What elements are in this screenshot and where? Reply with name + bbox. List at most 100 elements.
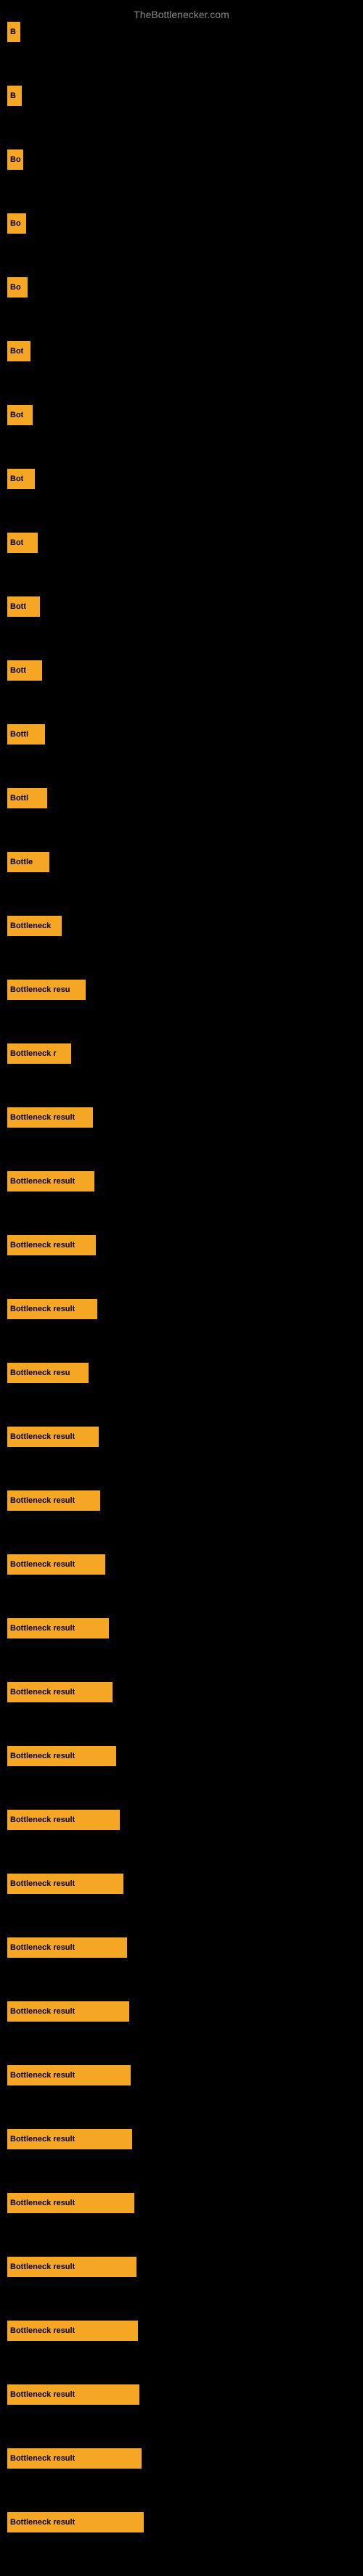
bar-row-34: Bottleneck result [7, 2193, 363, 2257]
bar-row-2: Bo [7, 149, 363, 213]
bar-9: Bott [7, 596, 40, 617]
bar-row-33: Bottleneck result [7, 2129, 363, 2193]
bar-label-25: Bottleneck result [10, 1624, 75, 1633]
bar-label-31: Bottleneck result [10, 2007, 75, 2016]
bar-26: Bottleneck result [7, 1682, 113, 1702]
bar-37: Bottleneck result [7, 2384, 139, 2405]
bar-13: Bottle [7, 852, 49, 872]
bar-row-32: Bottleneck result [7, 2065, 363, 2129]
bar-label-5: Bot [10, 347, 23, 356]
bar-18: Bottleneck result [7, 1171, 94, 1191]
bar-row-18: Bottleneck result [7, 1171, 363, 1235]
bar-39: Bottleneck result [7, 2512, 144, 2532]
bar-label-36: Bottleneck result [10, 2326, 75, 2335]
bar-label-33: Bottleneck result [10, 2135, 75, 2144]
bar-row-3: Bo [7, 213, 363, 277]
bar-label-30: Bottleneck result [10, 1943, 75, 1952]
bar-row-29: Bottleneck result [7, 1874, 363, 1937]
bar-row-19: Bottleneck result [7, 1235, 363, 1299]
bar-20: Bottleneck result [7, 1299, 97, 1319]
bar-label-23: Bottleneck result [10, 1496, 75, 1505]
bar-label-9: Bott [10, 602, 26, 611]
bar-label-1: B [10, 91, 16, 100]
bar-29: Bottleneck result [7, 1874, 123, 1894]
bar-24: Bottleneck result [7, 1554, 105, 1575]
bar-label-35: Bottleneck result [10, 2263, 75, 2271]
bars-container: BBBoBoBoBotBotBotBotBottBottBottlBottlBo… [0, 0, 363, 2576]
bar-label-28: Bottleneck result [10, 1816, 75, 1824]
bar-label-10: Bott [10, 666, 26, 675]
bar-28: Bottleneck result [7, 1810, 120, 1830]
bar-label-8: Bot [10, 538, 23, 547]
bar-row-1: B [7, 86, 363, 149]
bar-row-16: Bottleneck r [7, 1043, 363, 1107]
bar-7: Bot [7, 469, 35, 489]
bar-row-13: Bottle [7, 852, 363, 916]
bar-label-29: Bottleneck result [10, 1879, 75, 1888]
bar-5: Bot [7, 341, 30, 361]
bar-30: Bottleneck result [7, 1937, 127, 1958]
site-title: TheBottlenecker.com [0, 3, 363, 26]
bar-row-5: Bot [7, 341, 363, 405]
bar-label-3: Bo [10, 219, 21, 228]
bar-label-22: Bottleneck result [10, 1432, 75, 1441]
bar-label-17: Bottleneck result [10, 1113, 75, 1122]
bar-row-21: Bottleneck resu [7, 1363, 363, 1427]
bar-label-11: Bottl [10, 730, 28, 739]
bar-label-15: Bottleneck resu [10, 985, 70, 994]
bar-23: Bottleneck result [7, 1490, 100, 1511]
bar-33: Bottleneck result [7, 2129, 132, 2149]
bar-label-4: Bo [10, 283, 21, 292]
bar-label-18: Bottleneck result [10, 1177, 75, 1186]
bar-19: Bottleneck result [7, 1235, 96, 1255]
bar-row-23: Bottleneck result [7, 1490, 363, 1554]
bar-label-2: Bo [10, 155, 21, 164]
bar-row-6: Bot [7, 405, 363, 469]
bar-label-20: Bottleneck result [10, 1305, 75, 1313]
bar-12: Bottl [7, 788, 47, 808]
bar-row-15: Bottleneck resu [7, 980, 363, 1043]
bar-label-27: Bottleneck result [10, 1752, 75, 1760]
bar-14: Bottleneck [7, 916, 62, 936]
bar-row-37: Bottleneck result [7, 2384, 363, 2448]
bar-row-25: Bottleneck result [7, 1618, 363, 1682]
bar-31: Bottleneck result [7, 2001, 129, 2022]
bar-row-22: Bottleneck result [7, 1427, 363, 1490]
bar-row-39: Bottleneck result [7, 2512, 363, 2576]
bar-label-6: Bot [10, 411, 23, 419]
bar-label-16: Bottleneck r [10, 1049, 57, 1058]
bar-label-37: Bottleneck result [10, 2390, 75, 2399]
bar-label-12: Bottl [10, 794, 28, 803]
bar-11: Bottl [7, 724, 45, 745]
bar-label-39: Bottleneck result [10, 2518, 75, 2527]
bar-row-14: Bottleneck [7, 916, 363, 980]
bar-label-13: Bottle [10, 858, 33, 866]
bar-row-36: Bottleneck result [7, 2321, 363, 2384]
bar-label-7: Bot [10, 475, 23, 483]
bar-35: Bottleneck result [7, 2257, 136, 2277]
bar-17: Bottleneck result [7, 1107, 93, 1128]
bar-label-32: Bottleneck result [10, 2071, 75, 2080]
bar-22: Bottleneck result [7, 1427, 99, 1447]
bar-row-9: Bott [7, 596, 363, 660]
bar-32: Bottleneck result [7, 2065, 131, 2085]
bar-row-20: Bottleneck result [7, 1299, 363, 1363]
bar-row-10: Bott [7, 660, 363, 724]
bar-25: Bottleneck result [7, 1618, 109, 1638]
bar-4: Bo [7, 277, 28, 298]
bar-row-11: Bottl [7, 724, 363, 788]
bar-row-7: Bot [7, 469, 363, 533]
bar-row-17: Bottleneck result [7, 1107, 363, 1171]
bar-27: Bottleneck result [7, 1746, 116, 1766]
bar-row-27: Bottleneck result [7, 1746, 363, 1810]
bar-label-19: Bottleneck result [10, 1241, 75, 1250]
bar-row-35: Bottleneck result [7, 2257, 363, 2321]
bar-16: Bottleneck r [7, 1043, 71, 1064]
bar-34: Bottleneck result [7, 2193, 134, 2213]
bar-row-4: Bo [7, 277, 363, 341]
bar-8: Bot [7, 533, 38, 553]
bar-label-24: Bottleneck result [10, 1560, 75, 1569]
bar-21: Bottleneck resu [7, 1363, 89, 1383]
bar-label-38: Bottleneck result [10, 2454, 75, 2463]
bar-row-31: Bottleneck result [7, 2001, 363, 2065]
